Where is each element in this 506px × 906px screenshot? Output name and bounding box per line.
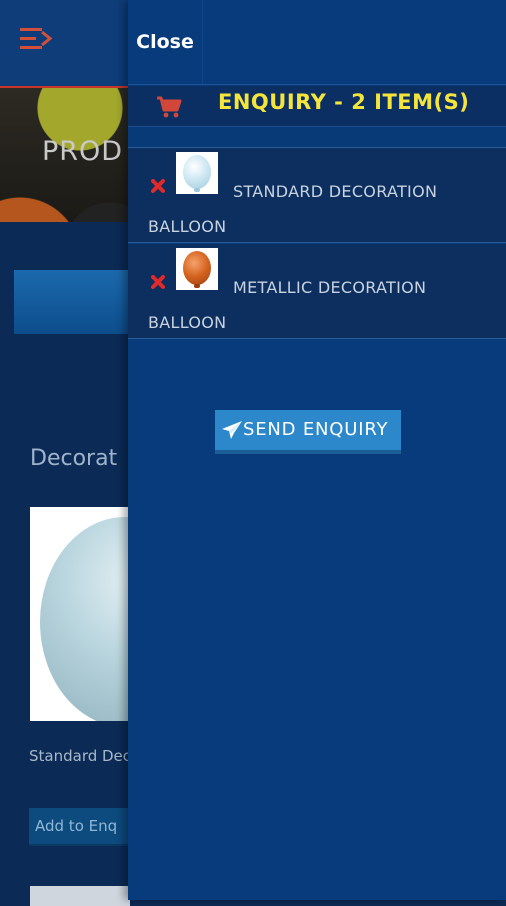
item-name: METALLIC DECORATION BALLOON [148,278,427,332]
product-image[interactable] [30,507,130,721]
category-banner [14,270,130,334]
paper-plane-icon [222,421,242,439]
app-header [0,0,130,88]
divider [128,127,506,148]
close-button[interactable]: Close [128,0,203,84]
enquiry-header: ENQUIRY - 2 ITEM(S) [128,86,506,127]
hero-banner: PROD [0,88,130,222]
balloon-image [40,517,130,721]
cart-icon [157,96,182,118]
enquiry-title: ENQUIRY - 2 ITEM(S) [218,90,470,114]
next-product-card[interactable] [30,886,130,906]
enquiry-item: STANDARD DECORATION BALLOON [128,148,506,243]
section-title: Decorat [30,446,118,471]
product-name: Standard Dec Balloon [29,747,129,765]
enquiry-drawer: Close ENQUIRY - 2 ITEM(S) STANDARD DECOR… [128,0,506,900]
add-to-enquiry-button[interactable]: Add to Enq [29,808,130,846]
drawer-header: Close [128,0,506,85]
enquiry-item: METALLIC DECORATION BALLOON [128,244,506,339]
menu-icon[interactable] [20,26,54,52]
send-enquiry-button[interactable]: SEND ENQUIRY [215,410,401,454]
hero-title: PROD [42,136,124,167]
send-enquiry-label: SEND ENQUIRY [243,419,389,440]
item-name: STANDARD DECORATION BALLOON [148,182,438,236]
